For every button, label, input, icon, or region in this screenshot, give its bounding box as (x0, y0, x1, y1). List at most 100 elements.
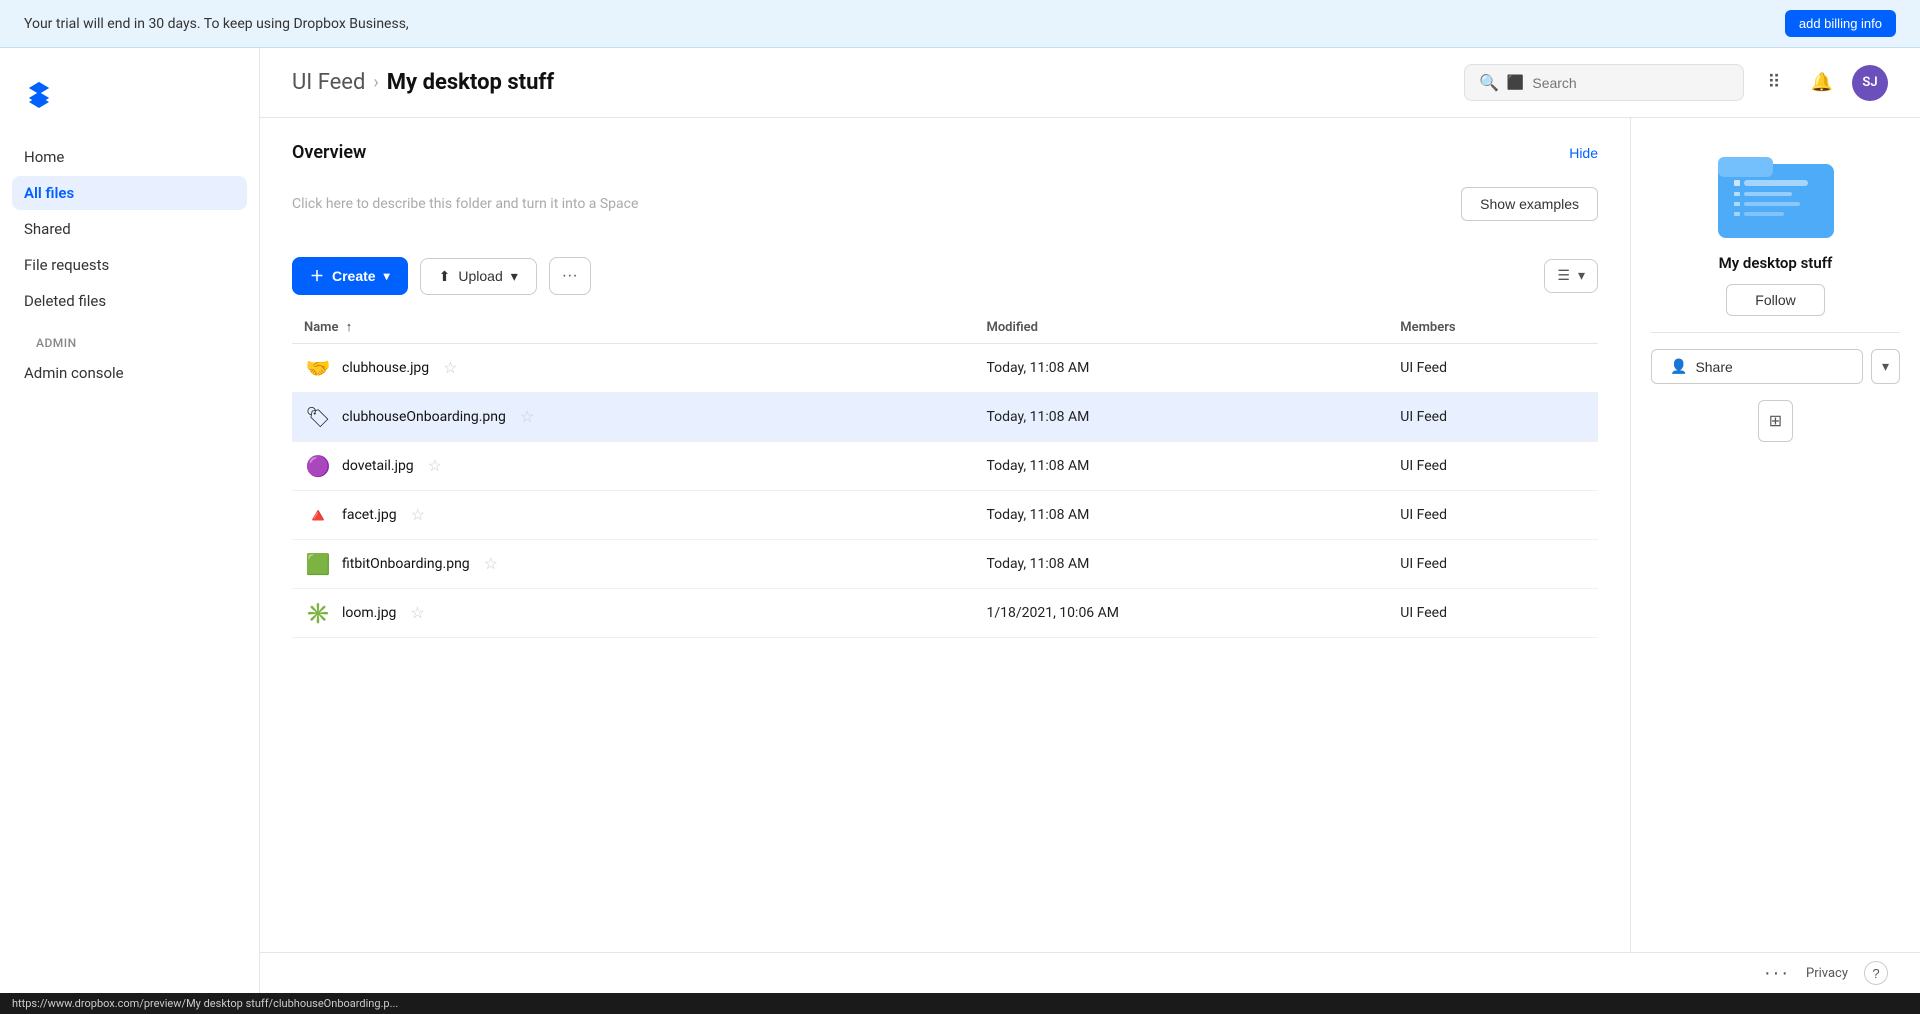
grid-apps-button[interactable]: ⠿ (1756, 65, 1792, 101)
file-members-fitbitOnboarding: UI Feed (1388, 540, 1598, 589)
upload-icon: ⬆ (439, 268, 451, 285)
file-modified-dovetail: Today, 11:08 AM (974, 442, 1388, 491)
create-chevron-icon: ▾ (384, 269, 390, 283)
folder-name: My desktop stuff (1719, 254, 1833, 272)
file-name-text-clubhouse: clubhouse.jpg (342, 360, 429, 376)
file-icon-fitbitOnboarding: 🟩 (304, 550, 332, 578)
table-row[interactable]: ✳️ loom.jpg ☆ 1/18/2021, 10:06 AM UI Fee… (292, 589, 1598, 638)
plus-icon: ＋ (310, 266, 324, 286)
breadcrumb-parent[interactable]: UI Feed (292, 70, 365, 95)
overview-description-placeholder[interactable]: Click here to describe this folder and t… (292, 196, 1445, 212)
create-button[interactable]: ＋ Create ▾ (292, 257, 408, 295)
sidebar-item-shared[interactable]: Shared (12, 212, 247, 246)
privacy-link[interactable]: Privacy (1806, 966, 1848, 981)
file-browser: Overview Hide Click here to describe thi… (260, 118, 1630, 952)
main-content: UI Feed › My desktop stuff 🔍 ⬛ ⠿ 🔔 SJ (260, 48, 1920, 993)
share-dropdown-chevron-icon: ▾ (1882, 358, 1889, 374)
footer-bar: ··· Privacy ? (260, 952, 1920, 993)
file-icon-clubhouseOnboarding: 🏷 (304, 403, 332, 431)
sidebar-item-file-requests[interactable]: File requests (12, 248, 247, 282)
file-icon-dovetail: 🟣 (304, 452, 332, 480)
file-name-cell-dovetail: 🟣 dovetail.jpg ☆ (292, 442, 974, 491)
sidebar-item-admin-console[interactable]: Admin console (12, 356, 247, 390)
grid-apps-icon: ⠿ (1767, 72, 1780, 93)
table-row[interactable]: 🟣 dovetail.jpg ☆ Today, 11:08 AM UI Feed (292, 442, 1598, 491)
sidebar-item-home[interactable]: Home (12, 140, 247, 174)
star-button-clubhouse[interactable]: ☆ (439, 356, 461, 380)
header-actions: 🔍 ⬛ ⠿ 🔔 SJ (1464, 64, 1888, 101)
file-members-clubhouse: UI Feed (1388, 344, 1598, 393)
table-row[interactable]: 🟩 fitbitOnboarding.png ☆ Today, 11:08 AM… (292, 540, 1598, 589)
file-name-cell-facet: 🔺 facet.jpg ☆ (292, 491, 974, 540)
star-button-clubhouseOnboarding[interactable]: ☆ (516, 405, 538, 429)
share-dropdown-button[interactable]: ▾ (1871, 349, 1900, 384)
star-button-fitbitOnboarding[interactable]: ☆ (480, 552, 502, 576)
overview-title: Overview (292, 142, 366, 163)
file-members-dovetail: UI Feed (1388, 442, 1598, 491)
overview-section: Overview Hide Click here to describe thi… (292, 142, 1598, 233)
file-name-text-fitbitOnboarding: fitbitOnboarding.png (342, 556, 470, 572)
share-row: 👤 Share ▾ (1651, 349, 1900, 384)
star-button-facet[interactable]: ☆ (407, 503, 429, 527)
more-options-button[interactable]: ··· (549, 257, 591, 295)
sidebar-item-all-files[interactable]: All files (12, 176, 247, 210)
search-input[interactable] (1532, 75, 1729, 91)
sidebar-nav: Home All files Shared File requests Dele… (0, 140, 259, 390)
status-bar: https://www.dropbox.com/preview/My deskt… (0, 993, 1920, 1014)
file-members-loom: UI Feed (1388, 589, 1598, 638)
dropbox-logo-icon (24, 72, 64, 112)
file-table-header: Name ↑ Modified Members (292, 311, 1598, 344)
column-modified: Modified (974, 311, 1388, 344)
table-row[interactable]: 🔺 facet.jpg ☆ Today, 11:08 AM UI Feed (292, 491, 1598, 540)
file-name-text-facet: facet.jpg (342, 507, 397, 523)
bell-icon: 🔔 (1811, 72, 1833, 93)
breadcrumb-current: My desktop stuff (387, 70, 554, 95)
hide-button[interactable]: Hide (1569, 145, 1598, 161)
right-panel: My desktop stuff Follow 👤 Share ▾ ⊞ (1630, 118, 1920, 952)
file-table-body: 🤝 clubhouse.jpg ☆ Today, 11:08 AM UI Fee… (292, 344, 1598, 638)
file-name-cell-clubhouseOnboarding: 🏷 clubhouseOnboarding.png ☆ (292, 393, 974, 442)
content-area: Overview Hide Click here to describe thi… (260, 118, 1920, 952)
admin-section-label: Admin (12, 320, 247, 354)
breadcrumb: UI Feed › My desktop stuff (292, 70, 554, 95)
trial-banner-text: Your trial will end in 30 days. To keep … (24, 16, 1773, 32)
view-toggle[interactable]: ☰ ▾ (1544, 259, 1598, 293)
column-members: Members (1388, 311, 1598, 344)
show-examples-button[interactable]: Show examples (1461, 187, 1598, 221)
search-bar[interactable]: 🔍 ⬛ (1464, 64, 1744, 101)
overview-header: Overview Hide (292, 142, 1598, 163)
add-billing-button[interactable]: add billing info (1785, 10, 1896, 37)
file-modified-clubhouse: Today, 11:08 AM (974, 344, 1388, 393)
file-modified-clubhouseOnboarding: Today, 11:08 AM (974, 393, 1388, 442)
notifications-button[interactable]: 🔔 (1804, 65, 1840, 101)
table-row[interactable]: 🏷 clubhouseOnboarding.png ☆ Today, 11:08… (292, 393, 1598, 442)
star-button-dovetail[interactable]: ☆ (424, 454, 446, 478)
upload-button[interactable]: ⬆ Upload ▾ (420, 258, 537, 295)
details-icon: ⊞ (1769, 411, 1782, 431)
file-name-text-clubhouseOnboarding: clubhouseOnboarding.png (342, 409, 506, 425)
toolbar: ＋ Create ▾ ⬆ Upload ▾ ··· ☰ ▾ (292, 257, 1598, 295)
sidebar: Home All files Shared File requests Dele… (0, 48, 260, 993)
panel-details-button[interactable]: ⊞ (1758, 400, 1793, 442)
file-type-icon: ⬛ (1507, 75, 1524, 91)
help-button[interactable]: ? (1864, 961, 1888, 985)
search-icon: 🔍 (1479, 73, 1499, 92)
star-button-loom[interactable]: ☆ (406, 601, 428, 625)
footer-more-button[interactable]: ··· (1764, 962, 1790, 985)
avatar[interactable]: SJ (1852, 65, 1888, 101)
app-body: Home All files Shared File requests Dele… (0, 48, 1920, 993)
share-button[interactable]: 👤 Share (1651, 349, 1863, 384)
file-name-text-dovetail: dovetail.jpg (342, 458, 414, 474)
file-table: Name ↑ Modified Members 🤝 clubhouse.jpg … (292, 311, 1598, 638)
file-members-clubhouseOnboarding: UI Feed (1388, 393, 1598, 442)
table-row[interactable]: 🤝 clubhouse.jpg ☆ Today, 11:08 AM UI Fee… (292, 344, 1598, 393)
file-name-text-loom: loom.jpg (342, 605, 396, 621)
folder-preview-icon (1716, 142, 1836, 242)
follow-button[interactable]: Follow (1726, 284, 1824, 316)
view-toggle-chevron-icon: ▾ (1578, 268, 1585, 284)
list-view-icon: ☰ (1557, 268, 1570, 284)
file-name-cell-fitbitOnboarding: 🟩 fitbitOnboarding.png ☆ (292, 540, 974, 589)
file-name-cell-loom: ✳️ loom.jpg ☆ (292, 589, 974, 638)
breadcrumb-separator-icon: › (373, 72, 378, 93)
sidebar-item-deleted-files[interactable]: Deleted files (12, 284, 247, 318)
